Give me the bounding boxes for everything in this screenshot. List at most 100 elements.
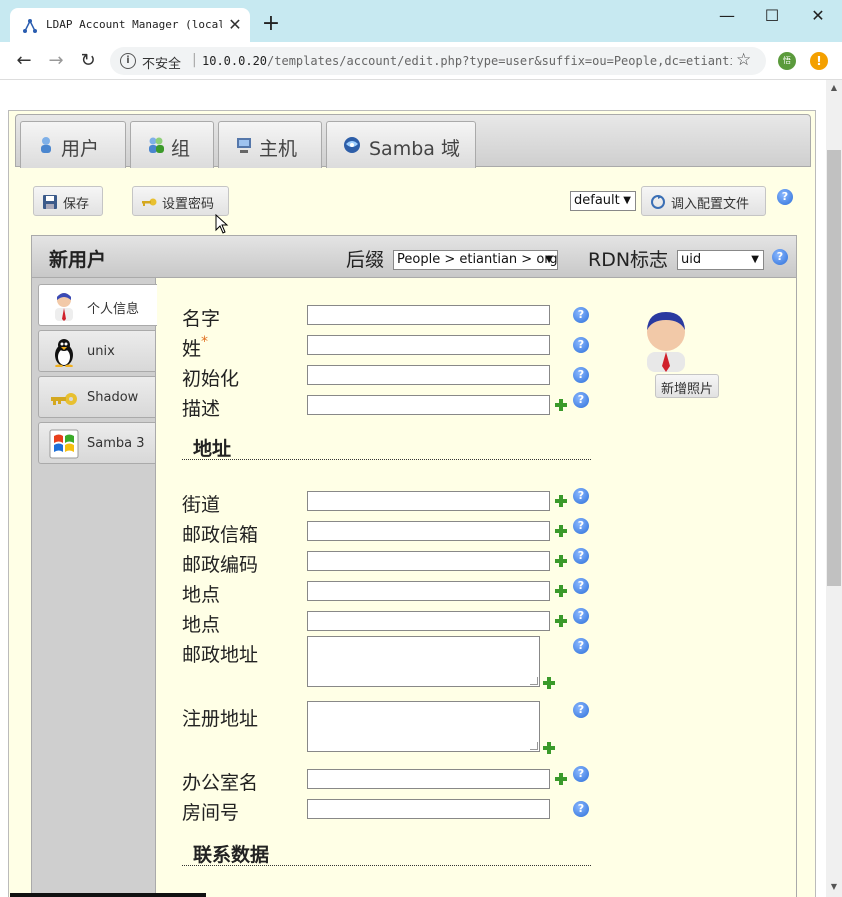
help-icon[interactable]: ? xyxy=(573,702,589,718)
add-field-icon[interactable] xyxy=(542,676,556,690)
last-name-label: 姓* xyxy=(182,334,209,360)
help-icon[interactable]: ? xyxy=(573,766,589,782)
load-profile-button[interactable]: 调入配置文件 xyxy=(641,186,766,216)
location-label: 地点 xyxy=(182,584,221,606)
add-field-icon[interactable] xyxy=(554,524,568,538)
last-name-input[interactable] xyxy=(307,335,550,355)
postal-address-label: 邮政地址 xyxy=(182,644,259,666)
sidebar-item-personal[interactable]: 个人信息 xyxy=(38,284,157,326)
suffix-select[interactable]: People > etiantian > org ▼ xyxy=(393,250,558,270)
tab-groups-label: 组 xyxy=(171,138,191,160)
set-password-button[interactable]: 设置密码 xyxy=(132,186,229,216)
add-field-icon[interactable] xyxy=(542,741,556,755)
help-icon[interactable]: ? xyxy=(573,488,589,504)
help-icon[interactable]: ? xyxy=(573,638,589,654)
postal-code-input[interactable] xyxy=(307,551,550,571)
save-button[interactable]: 保存 xyxy=(33,186,103,216)
scroll-up-icon[interactable]: ▲ xyxy=(826,80,842,96)
help-icon[interactable]: ? xyxy=(573,548,589,564)
sidebar-item-label: Shadow xyxy=(87,390,139,405)
insecure-label: 不安全 xyxy=(142,57,182,72)
group-icon xyxy=(149,137,164,153)
reload-icon[interactable]: ↻ xyxy=(76,49,100,73)
postal-code-label: 邮政编码 xyxy=(182,554,259,576)
samba-globe-icon xyxy=(344,137,360,153)
rdn-label: RDN标志 xyxy=(588,249,669,271)
description-input[interactable] xyxy=(307,395,550,415)
add-field-icon[interactable] xyxy=(554,772,568,786)
room-number-input[interactable] xyxy=(307,799,550,819)
taskbar-edge xyxy=(10,893,206,897)
separator: | xyxy=(192,52,197,68)
add-field-icon[interactable] xyxy=(554,554,568,568)
new-tab-icon[interactable]: + xyxy=(259,13,283,37)
tab-hosts[interactable]: 主机 xyxy=(218,121,322,168)
help-icon[interactable]: ? xyxy=(573,367,589,383)
page-scrollbar[interactable]: ▲ ▼ xyxy=(826,80,842,897)
alert-extension-icon[interactable]: ! xyxy=(810,52,828,70)
tab-hosts-label: 主机 xyxy=(259,138,298,160)
forward-icon[interactable]: → xyxy=(44,49,68,73)
help-icon[interactable]: ? xyxy=(573,578,589,594)
lam-frame: 用户 组 主机 Samba 域 保存 设置密码 default ▼ 调入配置文件… xyxy=(8,110,816,897)
street-input[interactable] xyxy=(307,491,550,511)
office-name-label: 办公室名 xyxy=(182,772,259,794)
window-close-icon[interactable]: ✕ xyxy=(803,4,833,28)
panel-header: 新用户 后缀 People > etiantian > org ▼ RDN标志 u… xyxy=(32,236,796,278)
new-user-panel: 新用户 后缀 People > etiantian > org ▼ RDN标志 u… xyxy=(31,235,797,897)
state-input[interactable] xyxy=(307,611,550,631)
help-icon[interactable]: ? xyxy=(573,392,589,408)
dropdown-arrow-icon: ▼ xyxy=(751,254,759,265)
browser-tab[interactable]: LDAP Account Manager (localhost) ✕ xyxy=(10,8,250,42)
sidebar-item-samba3[interactable]: Samba 3 xyxy=(38,422,156,464)
tab-close-icon[interactable]: ✕ xyxy=(226,16,244,34)
add-field-icon[interactable] xyxy=(554,614,568,628)
dropdown-arrow-icon: ▼ xyxy=(545,254,553,265)
url-text[interactable]: 10.0.0.20/templates/account/edit.php?typ… xyxy=(202,54,732,70)
help-icon[interactable]: ? xyxy=(573,518,589,534)
help-icon[interactable]: ? xyxy=(573,337,589,353)
maximize-icon[interactable]: ☐ xyxy=(757,4,787,28)
rdn-select[interactable]: uid ▼ xyxy=(677,250,764,270)
sidebar-item-unix[interactable]: unix xyxy=(38,330,156,372)
office-name-input[interactable] xyxy=(307,769,550,789)
contact-section-header: 联系数据 xyxy=(182,838,591,866)
minimize-icon[interactable]: — xyxy=(712,4,742,28)
po-box-input[interactable] xyxy=(307,521,550,541)
add-field-icon[interactable] xyxy=(554,494,568,508)
sidebar-item-label: Samba 3 xyxy=(87,436,145,451)
help-icon[interactable]: ? xyxy=(573,608,589,624)
info-icon[interactable]: i xyxy=(120,53,136,69)
postal-address-textarea[interactable] xyxy=(307,636,540,687)
add-field-icon[interactable] xyxy=(554,584,568,598)
profile-select[interactable]: default ▼ xyxy=(570,191,636,211)
tab-samba-domains[interactable]: Samba 域 xyxy=(326,121,476,168)
location-input[interactable] xyxy=(307,581,550,601)
tab-users[interactable]: 用户 xyxy=(20,121,126,168)
address-bar[interactable]: i 不安全 | 10.0.0.20/templates/account/edit… xyxy=(110,47,766,75)
mouse-cursor-icon xyxy=(215,214,229,234)
suffix-label: 后缀 xyxy=(346,249,385,271)
person-icon xyxy=(55,293,73,321)
tab-groups[interactable]: 组 xyxy=(130,121,214,168)
page-viewport: 用户 组 主机 Samba 域 保存 设置密码 default ▼ 调入配置文件… xyxy=(0,80,826,897)
bookmark-star-icon[interactable]: ☆ xyxy=(736,50,751,70)
first-name-input[interactable] xyxy=(307,305,550,325)
help-icon[interactable]: ? xyxy=(573,801,589,817)
help-icon[interactable]: ? xyxy=(777,189,793,205)
scroll-thumb[interactable] xyxy=(827,150,841,586)
registered-address-textarea[interactable] xyxy=(307,701,540,752)
add-photo-button[interactable]: 新增照片 xyxy=(655,374,720,398)
scroll-down-icon[interactable]: ▼ xyxy=(826,879,842,895)
back-icon[interactable]: ← xyxy=(12,49,36,73)
sidebar-item-shadow[interactable]: Shadow xyxy=(38,376,156,418)
help-icon[interactable]: ? xyxy=(772,249,788,265)
dropdown-arrow-icon: ▼ xyxy=(623,195,631,206)
initials-input[interactable] xyxy=(307,365,550,385)
add-field-icon[interactable] xyxy=(554,398,568,412)
extension-icon[interactable]: 悟 xyxy=(778,52,796,70)
description-label: 描述 xyxy=(182,398,221,420)
help-icon[interactable]: ? xyxy=(573,307,589,323)
required-mark: * xyxy=(201,334,209,350)
sidebar-item-label: 个人信息 xyxy=(87,302,140,317)
